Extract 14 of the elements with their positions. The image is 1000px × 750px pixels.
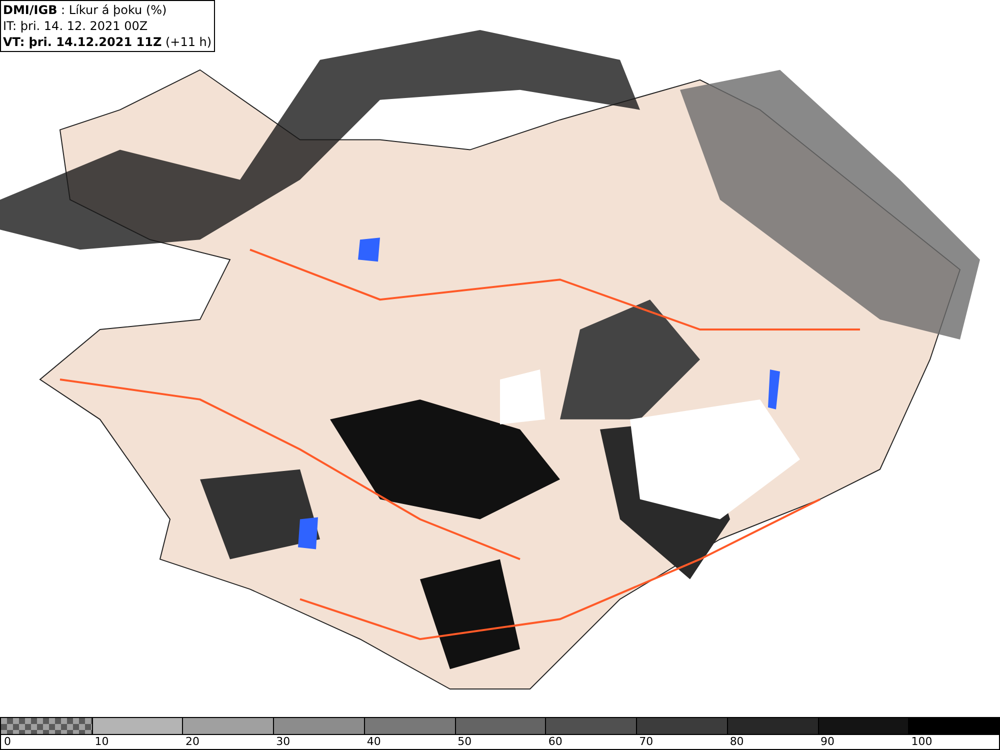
legend-label: 40 <box>366 735 381 749</box>
legend-label: 30 <box>275 735 290 749</box>
legend-label: 70 <box>638 735 654 749</box>
legend-label: 10 <box>94 735 109 749</box>
legend-label: 100 <box>910 735 932 749</box>
header-line: DMI/IGB : Líkur á þoku (%) <box>3 2 168 18</box>
header-line: VT: þri. 14.12.2021 11Z (+11 h) <box>3 34 212 50</box>
header-line: IT: þri. 14. 12. 2021 00Z <box>3 18 149 34</box>
legend-label: 50 <box>456 735 472 749</box>
legend-label: 0 <box>3 735 11 749</box>
legend-label: 80 <box>728 735 744 749</box>
legend-label: 90 <box>820 735 835 749</box>
legend-label: 20 <box>184 735 200 749</box>
legend-label: 60 <box>547 735 562 749</box>
